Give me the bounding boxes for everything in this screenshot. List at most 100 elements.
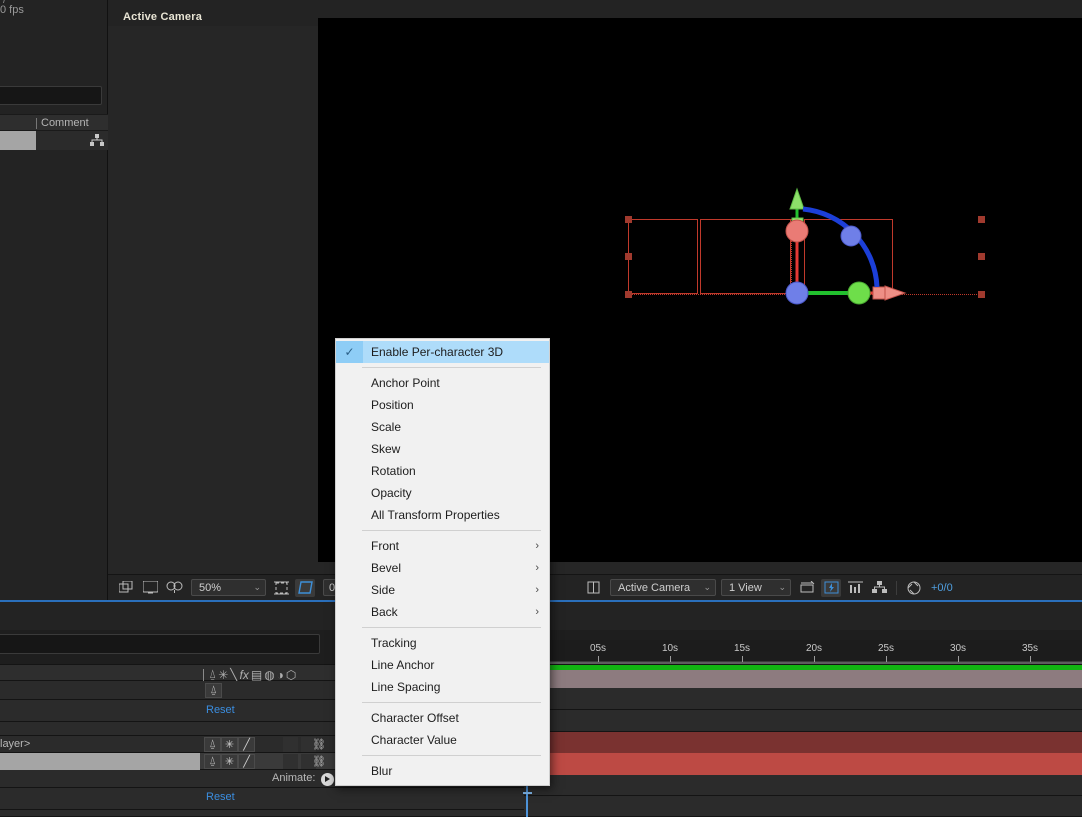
column-header-comment[interactable]: Comment (41, 117, 89, 129)
exposure-value[interactable]: +0/0 (931, 582, 953, 594)
tree-structure-icon[interactable] (90, 134, 104, 147)
pixel-aspect-correction-icon[interactable] (583, 579, 603, 597)
menu-item-character-offset[interactable]: Character Offset (336, 707, 549, 729)
menu-item-all-transform-properties[interactable]: All Transform Properties (336, 504, 549, 526)
bbox-handle-tl[interactable] (625, 216, 632, 223)
effects-icon[interactable]: fx (240, 668, 249, 682)
reset-exposure-icon[interactable] (904, 579, 924, 597)
parent-collapse-toggle[interactable]: ✳ (221, 737, 238, 752)
timeline-search-input[interactable] (0, 634, 320, 654)
layer-pick-whip-icon[interactable]: ⛓ (312, 755, 326, 768)
bbox-handle-br[interactable] (978, 291, 985, 298)
menu-item-bevel[interactable]: Bevel › (336, 557, 549, 579)
menu-item-label: Opacity (371, 486, 412, 500)
project-search-input[interactable] (0, 86, 102, 105)
region-of-interest-icon[interactable] (271, 579, 291, 597)
menu-item-label: Rotation (371, 464, 416, 478)
menu-separator-4 (362, 702, 541, 703)
track-bar-dark-red[interactable] (524, 732, 1082, 753)
toggle-transparency-grid-icon[interactable] (140, 579, 160, 597)
submenu-arrow-icon: › (535, 606, 539, 618)
layer-blend-slot[interactable] (283, 754, 298, 769)
bbox-handle-ml[interactable] (625, 253, 632, 260)
timeline-graph-icon[interactable] (845, 579, 865, 597)
bbox-handle-tr[interactable] (978, 216, 985, 223)
menu-item-back[interactable]: Back › (336, 601, 549, 623)
collapse-transformations-icon[interactable]: ✳ (218, 668, 228, 682)
track-lane-empty-1[interactable] (524, 688, 1082, 710)
toggle-mask-visibility-icon[interactable] (164, 579, 184, 597)
parent-quality-toggle[interactable]: ╱ (238, 737, 255, 752)
tick-label-35s: 35s (1021, 643, 1039, 654)
comp-flowchart-icon[interactable] (869, 579, 889, 597)
reset-link-1[interactable]: Reset (206, 704, 235, 716)
tab-active-camera[interactable]: Active Camera (123, 11, 202, 23)
parent-layer-label[interactable]: layer> (0, 738, 30, 750)
app-window: / 0 fps Comment Active Camera 50% ⌄ Acti… (0, 0, 1082, 817)
parent-pick-whip-icon[interactable]: ⛓ (312, 738, 326, 751)
parent-blend-slot[interactable] (283, 737, 298, 752)
camera-view-select[interactable]: Active Camera ⌄ (610, 579, 716, 596)
layer-quality-toggle[interactable]: ╱ (238, 754, 255, 769)
menu-item-side[interactable]: Side › (336, 579, 549, 601)
menu-item-label: Scale (371, 420, 402, 434)
share-view-axes-icon[interactable] (797, 579, 817, 597)
adjustment-layer-icon[interactable]: ◑ (277, 668, 284, 682)
track-lane-empty-4[interactable] (524, 796, 1082, 817)
selected-layer-name-field[interactable] (0, 753, 200, 770)
menu-item-line-spacing[interactable]: Line Spacing (336, 676, 549, 698)
gizmo-x-arrow-icon (884, 285, 907, 301)
menu-item-scale[interactable]: Scale (336, 416, 549, 438)
track-lane-empty-2[interactable] (524, 710, 1082, 732)
frame-blending-icon[interactable]: ▤ (251, 668, 262, 682)
menu-item-line-anchor[interactable]: Line Anchor (336, 654, 549, 676)
grid-and-guides-icon[interactable] (295, 578, 315, 597)
menu-item-position[interactable]: Position (336, 394, 549, 416)
menu-item-enable-per-character-3d[interactable]: ✓ Enable Per-character 3D (336, 341, 549, 363)
row-shy-toggle[interactable]: ⍙ (205, 683, 222, 698)
track-lane-empty-3[interactable] (524, 775, 1082, 796)
playhead-notch-3 (523, 792, 532, 794)
menu-item-skew[interactable]: Skew (336, 438, 549, 460)
shy-icon[interactable]: ⍙ (209, 667, 216, 682)
menu-item-anchor-point[interactable]: Anchor Point (336, 372, 549, 394)
menu-item-blur[interactable]: Blur (336, 760, 549, 782)
track-bar-bright-red[interactable] (524, 753, 1082, 775)
track-bar-mauve[interactable] (524, 670, 1082, 688)
menu-item-rotation[interactable]: Rotation (336, 460, 549, 482)
project-item-row[interactable] (0, 131, 108, 150)
bbox-handle-mr[interactable] (978, 253, 985, 260)
zoom-level-select[interactable]: 50% ⌄ (191, 579, 266, 596)
menu-item-label: All Transform Properties (371, 508, 500, 522)
menu-item-character-value[interactable]: Character Value (336, 729, 549, 751)
three-d-transform-gizmo[interactable] (773, 163, 913, 305)
gizmo-anchor-point-handle (785, 281, 809, 305)
timeline-ruler[interactable]: 05s 10s 15s 20s 25s 30s 35s (524, 640, 1082, 662)
three-d-layer-icon[interactable]: ⬡ (286, 668, 296, 682)
reset-link-2[interactable]: Reset (206, 791, 235, 803)
layer-collapse-toggle[interactable]: ✳ (221, 754, 238, 769)
menu-item-label: Bevel (371, 561, 402, 575)
fast-previews-icon[interactable] (821, 578, 841, 597)
submenu-arrow-icon: › (535, 584, 539, 596)
motion-blur-icon[interactable]: ◍ (264, 668, 274, 682)
chevron-down-icon: ⌄ (703, 582, 711, 592)
tick-label-20s: 20s (805, 643, 823, 654)
timeline-row-reset-2[interactable]: Reset (0, 788, 524, 810)
layer-shy-toggle[interactable]: ⍙ (204, 754, 221, 769)
animator-properties-context-menu[interactable]: ✓ Enable Per-character 3D Anchor Point P… (335, 338, 550, 786)
view-layout-select[interactable]: 1 View ⌄ (721, 579, 791, 596)
animate-menu-button[interactable] (321, 773, 334, 786)
menu-item-tracking[interactable]: Tracking (336, 632, 549, 654)
project-fps-label: 0 fps (0, 4, 24, 16)
timeline-track-area[interactable]: 05s 10s 15s 20s 25s 30s 35s (523, 640, 1082, 817)
bbox-handle-bl[interactable] (625, 291, 632, 298)
quality-icon[interactable]: ╲ (230, 668, 237, 682)
toggle-viewer-layouts-icon[interactable] (116, 579, 136, 597)
timeline-row-bottom (0, 810, 524, 817)
menu-item-opacity[interactable]: Opacity (336, 482, 549, 504)
menu-item-front[interactable]: Front › (336, 535, 549, 557)
project-panel: / 0 fps Comment (0, 0, 108, 600)
composition-viewer-panel: Active Camera (108, 0, 1082, 600)
parent-shy-toggle[interactable]: ⍙ (204, 737, 221, 752)
